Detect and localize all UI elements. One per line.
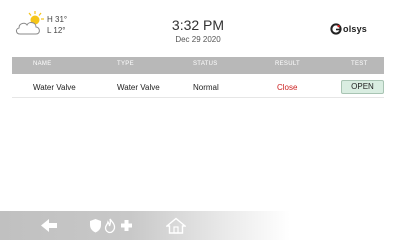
status-header: H 31° L 12° 3:32 PM Dec 29 2020 olsys xyxy=(0,0,396,52)
weather-widget[interactable]: H 31° L 12° xyxy=(14,10,84,46)
temperature-high: H 31° xyxy=(47,15,68,24)
temperature-low: L 12° xyxy=(47,26,66,35)
cell-result: Close xyxy=(277,83,298,92)
column-header-test: TEST xyxy=(351,61,368,67)
home-icon[interactable] xyxy=(165,217,187,234)
clock: 3:32 PM Dec 29 2020 xyxy=(150,17,246,45)
cell-type: Water Valve xyxy=(117,83,160,92)
table-row: Water Valve Water Valve Normal Close OPE… xyxy=(12,78,384,98)
shield-icon[interactable] xyxy=(89,217,102,234)
column-header-name: NAME xyxy=(33,61,52,67)
medical-cross-icon[interactable] xyxy=(120,217,133,234)
current-time: 3:32 PM xyxy=(171,17,225,33)
fire-icon[interactable] xyxy=(104,217,116,234)
brand-name: olsys xyxy=(343,24,368,34)
column-header-status: STATUS xyxy=(193,61,218,67)
cell-status: Normal xyxy=(193,83,219,92)
open-valve-button[interactable]: OPEN xyxy=(341,80,384,94)
partly-cloudy-icon xyxy=(16,11,44,35)
cell-name: Water Valve xyxy=(33,83,76,92)
current-date: Dec 29 2020 xyxy=(175,35,221,44)
back-arrow-icon[interactable] xyxy=(39,217,59,234)
column-header-result: RESULT xyxy=(275,61,301,67)
bottom-nav-bar xyxy=(0,211,290,240)
column-header-type: TYPE xyxy=(117,61,134,67)
table-header: NAME TYPE STATUS RESULT TEST xyxy=(12,57,384,74)
brand-logo: olsys xyxy=(330,22,386,38)
qolsys-logo-icon xyxy=(330,23,342,35)
